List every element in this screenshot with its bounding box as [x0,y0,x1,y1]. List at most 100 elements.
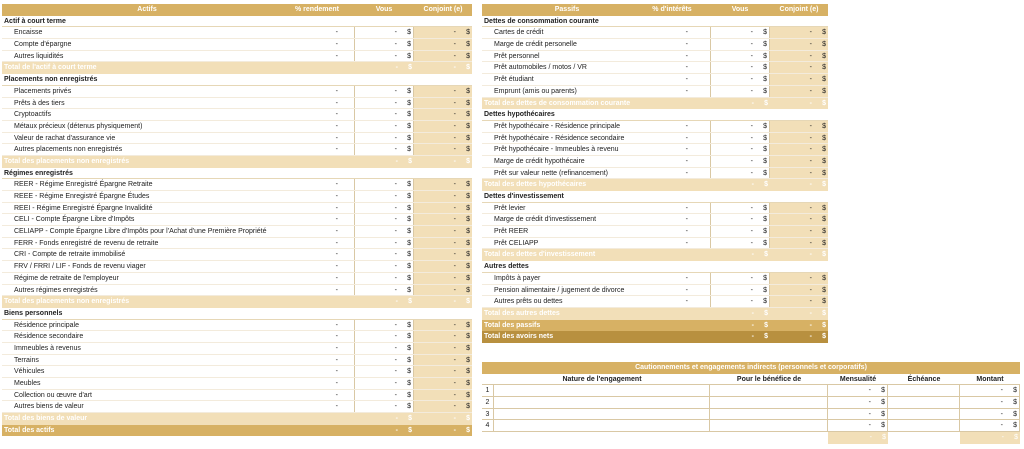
pct-cell[interactable]: - [292,109,342,120]
vous-input[interactable]: - $ [354,237,414,249]
pct-cell[interactable]: - [652,226,692,237]
pct-cell[interactable]: - [292,273,342,284]
pct-cell[interactable]: - [292,331,342,342]
pct-cell[interactable]: - [652,285,692,296]
pct-cell[interactable]: - [292,86,342,97]
conjoint-input[interactable]: - $ [414,191,472,202]
conjoint-input[interactable]: - $ [414,214,472,226]
echeance-input[interactable] [888,408,960,421]
conjoint-input[interactable]: - $ [414,237,472,249]
conjoint-input[interactable]: - $ [414,120,472,132]
vous-input[interactable]: - $ [354,132,414,144]
conjoint-input[interactable]: - $ [414,272,472,284]
vous-input[interactable]: - $ [710,272,770,284]
conjoint-input[interactable]: - $ [414,342,472,354]
conjoint-input[interactable]: - $ [414,354,472,366]
mensualite-input[interactable]: - $ [828,420,888,433]
vous-input[interactable]: - $ [710,50,770,62]
pct-cell[interactable]: - [292,401,342,412]
pct-cell[interactable]: - [292,191,342,202]
conjoint-input[interactable]: - $ [414,85,472,97]
conjoint-input[interactable]: - $ [414,50,472,62]
nature-input[interactable] [494,397,710,409]
vous-input[interactable]: - $ [710,74,770,85]
pct-cell[interactable]: - [292,121,342,132]
vous-input[interactable]: - $ [354,50,414,62]
vous-input[interactable]: - $ [354,354,414,366]
vous-input[interactable]: - $ [354,97,414,109]
pct-cell[interactable]: - [292,144,342,155]
vous-input[interactable]: - $ [710,85,770,97]
pct-cell[interactable]: - [652,144,692,155]
pct-cell[interactable]: - [292,179,342,190]
pct-cell[interactable]: - [292,378,342,389]
vous-input[interactable]: - $ [354,378,414,389]
vous-input[interactable]: - $ [354,179,414,190]
pct-cell[interactable]: - [652,273,692,284]
vous-input[interactable]: - $ [710,27,770,39]
pct-cell[interactable]: - [292,320,342,331]
conjoint-input[interactable]: - $ [770,167,828,179]
pct-cell[interactable]: - [292,238,342,249]
benefice-input[interactable] [710,408,828,421]
conjoint-input[interactable]: - $ [414,331,472,342]
conjoint-input[interactable]: - $ [770,202,828,214]
pct-cell[interactable]: - [292,133,342,144]
conjoint-input[interactable]: - $ [770,27,828,39]
vous-input[interactable]: - $ [354,401,414,413]
pct-cell[interactable]: - [652,86,692,97]
conjoint-input[interactable]: - $ [770,214,828,226]
vous-input[interactable]: - $ [354,261,414,272]
pct-cell[interactable]: - [652,238,692,249]
conjoint-input[interactable]: - $ [414,249,472,261]
conjoint-input[interactable]: - $ [414,319,472,331]
conjoint-input[interactable]: - $ [770,85,828,97]
benefice-input[interactable] [710,397,828,409]
echeance-input[interactable] [888,397,960,409]
vous-input[interactable]: - $ [710,132,770,144]
conjoint-input[interactable]: - $ [770,39,828,50]
conjoint-input[interactable]: - $ [414,202,472,214]
vous-input[interactable]: - $ [354,120,414,132]
vous-input[interactable]: - $ [354,272,414,284]
vous-input[interactable]: - $ [354,202,414,214]
vous-input[interactable]: - $ [710,202,770,214]
conjoint-input[interactable]: - $ [770,155,828,167]
conjoint-input[interactable]: - $ [414,284,472,296]
pct-cell[interactable]: - [652,168,692,179]
pct-cell[interactable]: - [292,51,342,62]
vous-input[interactable]: - $ [354,249,414,261]
conjoint-input[interactable]: - $ [414,366,472,377]
conjoint-input[interactable]: - $ [770,62,828,74]
benefice-input[interactable] [710,385,828,398]
pct-cell[interactable]: - [292,214,342,225]
conjoint-input[interactable]: - $ [770,237,828,249]
conjoint-input[interactable]: - $ [770,284,828,296]
nature-input[interactable] [494,385,710,398]
vous-input[interactable]: - $ [710,144,770,155]
pct-cell[interactable]: - [292,226,342,237]
conjoint-input[interactable]: - $ [414,179,472,190]
pct-cell[interactable]: - [292,27,342,38]
conjoint-input[interactable]: - $ [770,272,828,284]
conjoint-input[interactable]: - $ [414,27,472,39]
conjoint-input[interactable]: - $ [770,144,828,155]
conjoint-input[interactable]: - $ [414,389,472,401]
conjoint-input[interactable]: - $ [414,401,472,413]
conjoint-input[interactable]: - $ [414,97,472,109]
vous-input[interactable]: - $ [354,85,414,97]
benefice-input[interactable] [710,420,828,433]
conjoint-input[interactable]: - $ [414,144,472,155]
pct-cell[interactable]: - [292,39,342,50]
conjoint-input[interactable]: - $ [414,378,472,389]
pct-cell[interactable]: - [292,343,342,354]
pct-cell[interactable]: - [652,51,692,62]
conjoint-input[interactable]: - $ [770,296,828,307]
pct-cell[interactable]: - [292,390,342,401]
vous-input[interactable]: - $ [710,237,770,249]
mensualite-input[interactable]: - $ [828,397,888,409]
conjoint-input[interactable]: - $ [414,261,472,272]
conjoint-input[interactable]: - $ [414,132,472,144]
conjoint-input[interactable]: - $ [414,39,472,50]
vous-input[interactable]: - $ [710,62,770,74]
